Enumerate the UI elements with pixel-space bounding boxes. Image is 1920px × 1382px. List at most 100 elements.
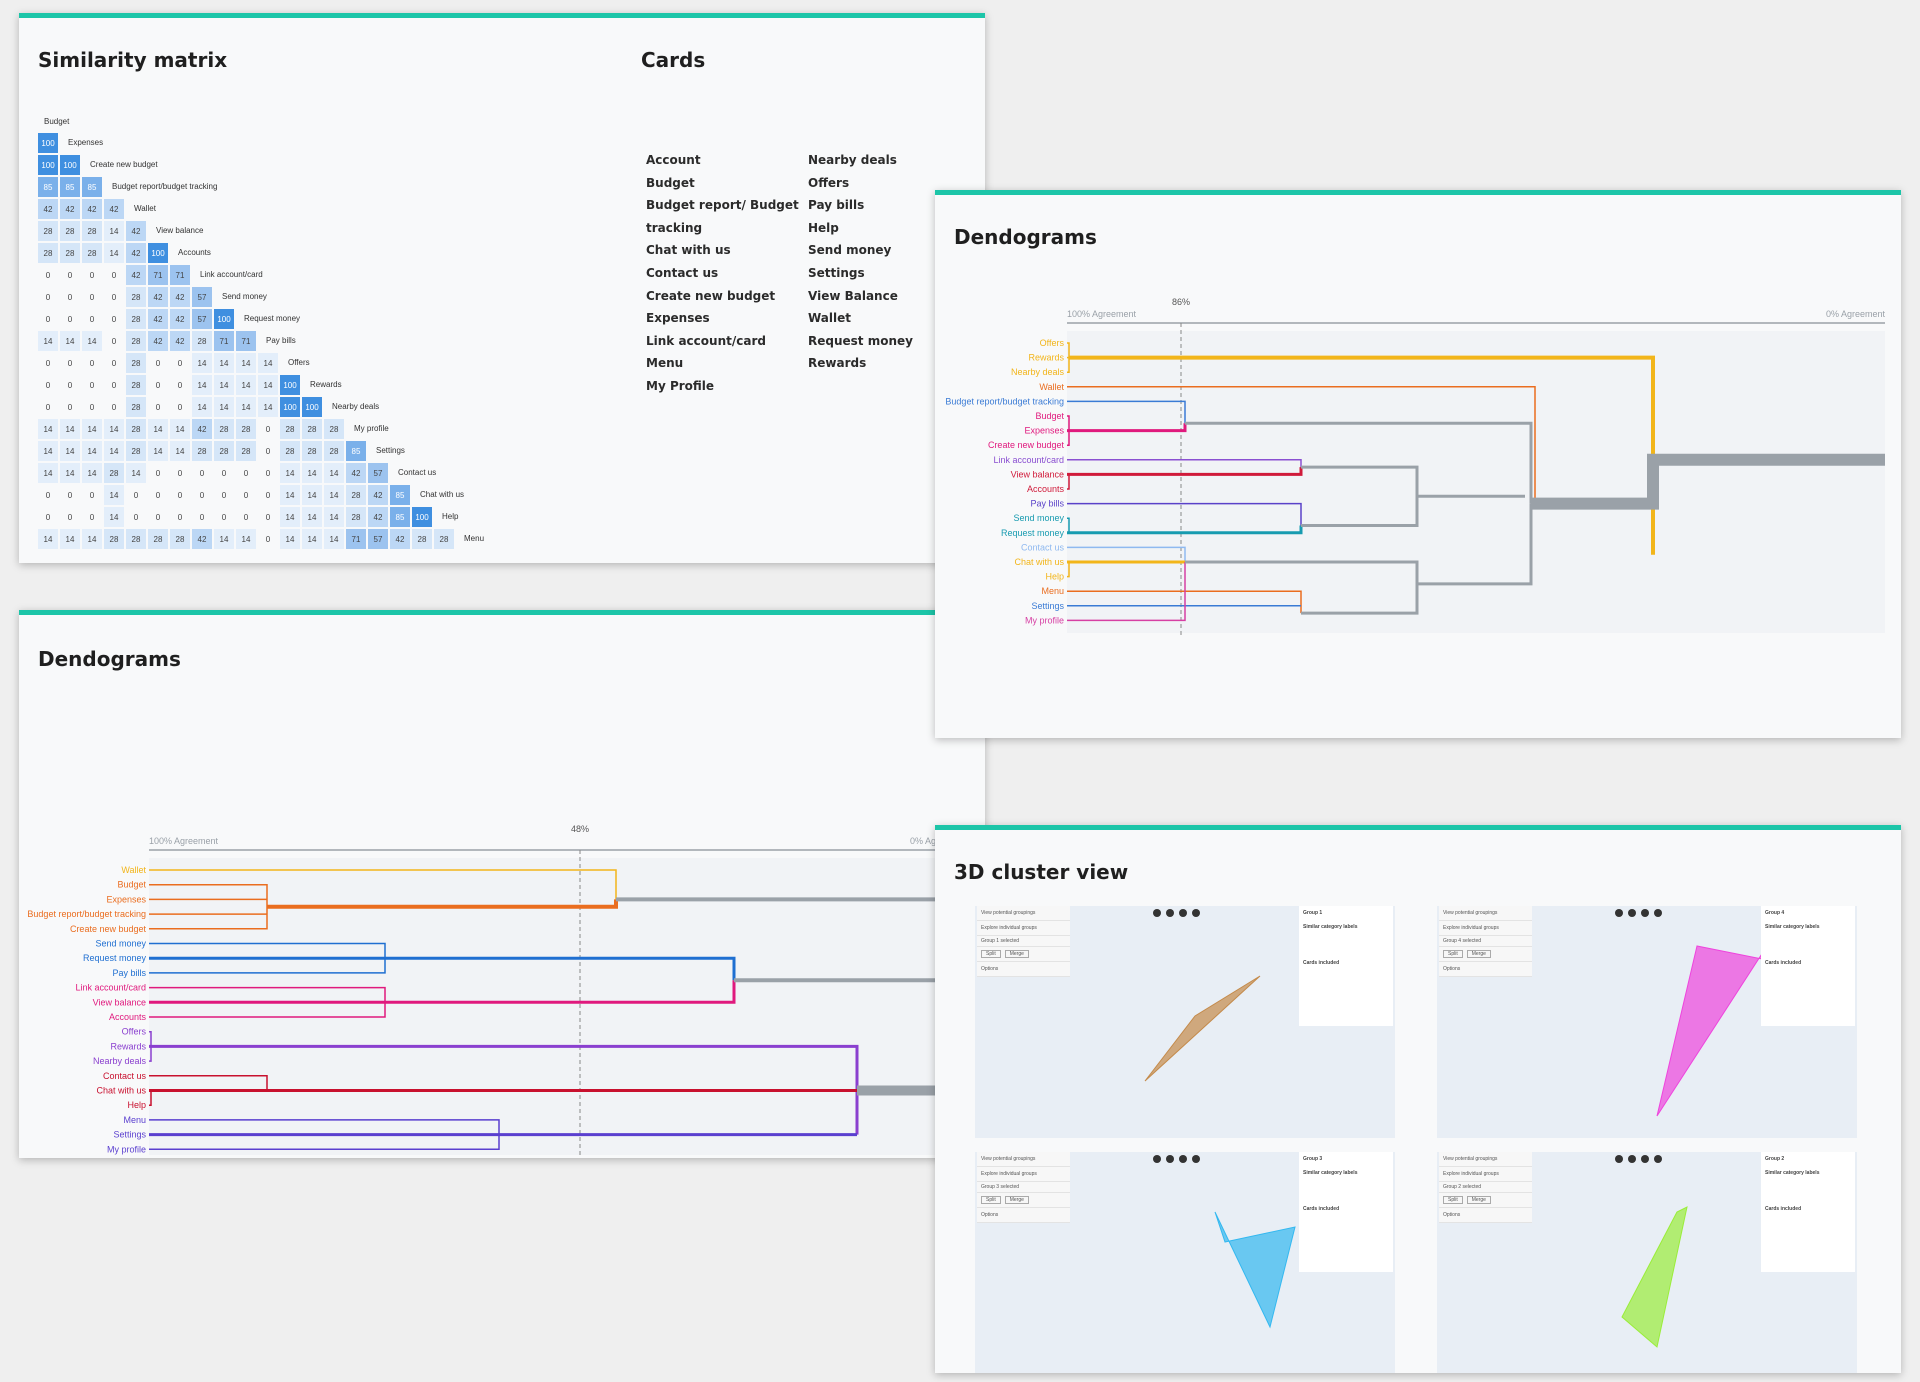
matrix-cell: 0 — [45, 402, 51, 412]
matrix-cell: 0 — [89, 292, 95, 302]
zoom-in-icon[interactable] — [1166, 1155, 1174, 1163]
matrix-cell: 0 — [155, 490, 161, 500]
split-button[interactable]: Split — [981, 950, 1001, 958]
group-title: Group 3 — [1303, 1156, 1323, 1162]
cluster-menu-item[interactable]: Options — [1439, 1208, 1532, 1223]
matrix-cell: 14 — [60, 529, 80, 549]
refresh-icon[interactable] — [1654, 1155, 1662, 1163]
matrix-cell: 14 — [148, 441, 168, 461]
merge-button[interactable]: Merge — [1004, 1196, 1029, 1204]
matrix-cell: 0 — [89, 512, 95, 522]
zoom-in-icon[interactable] — [1628, 1155, 1636, 1163]
matrix-cell: 14 — [192, 353, 212, 373]
matrix-cell: 71 — [148, 265, 168, 285]
dendogram-leaf-label: Chat with us — [96, 1086, 146, 1096]
matrix-cell: 85 — [390, 507, 410, 527]
zoom-in-icon[interactable] — [1166, 909, 1174, 917]
cluster-menu-item[interactable]: Options — [977, 1208, 1070, 1223]
matrix-cell: 42 — [346, 463, 366, 483]
dendogram-top-chart: 100% Agreement 0% Agreement 86% Offers Rewar… — [945, 297, 1885, 635]
similar-labels-heading: Similar category labels — [1303, 924, 1358, 930]
dendogram-leaf-label: Link account/card — [993, 455, 1064, 465]
dendogram-leaf-label: Pay bills — [1030, 499, 1064, 509]
zoom-out-icon[interactable] — [1641, 909, 1649, 917]
dendogram-leaf-label: My profile — [1025, 615, 1064, 625]
cluster-menu-item[interactable]: Explore individual groups — [977, 1167, 1070, 1182]
matrix-cell: 14 — [324, 507, 344, 527]
cards-list: Account Budget Budget report/ Budget tracki… — [646, 153, 976, 413]
matrix-cell: 0 — [243, 490, 249, 500]
matrix-cell: 28 — [170, 529, 190, 549]
refresh-icon[interactable] — [1654, 909, 1662, 917]
cluster-menu-item[interactable]: Explore individual groups — [1439, 1167, 1532, 1182]
matrix-cell: 14 — [258, 375, 278, 395]
matrix-cell: 0 — [265, 512, 271, 522]
info-icon[interactable] — [1615, 909, 1623, 917]
matrix-cell: 0 — [89, 358, 95, 368]
split-merge-row: Split Merge — [977, 947, 1070, 962]
similarity-panel: Similarity matrix Budget 100 Expenses 100 10… — [19, 13, 985, 563]
merge-button[interactable]: Merge — [1004, 950, 1029, 958]
matrix-cell: 57 — [192, 309, 212, 329]
refresh-icon[interactable] — [1192, 909, 1200, 917]
cluster-menu-item[interactable]: View potential groupings — [977, 906, 1070, 921]
matrix-cell: 14 — [236, 397, 256, 417]
cluster-view[interactable]: View potential groupings Explore individu… — [1437, 906, 1857, 1138]
matrix-label: Pay bills — [266, 336, 296, 345]
cluster-view[interactable]: View potential groupings Explore individu… — [975, 906, 1395, 1138]
cluster-menu-item[interactable]: View potential groupings — [1439, 906, 1532, 921]
cluster-menu-item[interactable]: View potential groupings — [1439, 1152, 1532, 1167]
matrix-label: Budget — [44, 117, 70, 126]
matrix-cell: 28 — [236, 441, 256, 461]
matrix-cell: 28 — [126, 419, 146, 439]
matrix-cell: 0 — [111, 358, 117, 368]
matrix-cell: 100 — [280, 375, 300, 395]
dendogram-top-title: Dendograms — [954, 225, 1097, 249]
dendogram-leaf-label: Menu — [1041, 586, 1064, 596]
cluster-menu-item[interactable]: Explore individual groups — [1439, 921, 1532, 936]
group-title: Group 1 — [1303, 910, 1323, 916]
split-button[interactable]: Split — [1443, 950, 1463, 958]
zoom-out-icon[interactable] — [1179, 1155, 1187, 1163]
info-icon[interactable] — [1615, 1155, 1623, 1163]
matrix-cell: 28 — [82, 221, 102, 241]
dendogram-leaf-label: Budget report/budget tracking — [27, 909, 146, 919]
matrix-cell: 0 — [67, 380, 73, 390]
zoom-out-icon[interactable] — [1641, 1155, 1649, 1163]
matrix-cell: 14 — [82, 419, 102, 439]
refresh-icon[interactable] — [1192, 1155, 1200, 1163]
dendogram-leaf-label: Nearby deals — [1011, 367, 1065, 377]
matrix-cell: 0 — [67, 292, 73, 302]
cluster-view[interactable]: View potential groupings Explore individu… — [975, 1152, 1395, 1373]
zoom-in-icon[interactable] — [1628, 909, 1636, 917]
card-item: Budget — [646, 175, 695, 190]
merge-button[interactable]: Merge — [1466, 1196, 1491, 1204]
matrix-cell: 100 — [38, 133, 58, 153]
matrix-label: Expenses — [68, 138, 104, 147]
cluster-menu-item[interactable]: View potential groupings — [977, 1152, 1070, 1167]
matrix-cell: 28 — [126, 397, 146, 417]
similar-labels-heading: Similar category labels — [1765, 1170, 1820, 1176]
matrix-cell: 28 — [302, 419, 322, 439]
dendogram-leaf-label: Create new budget — [70, 924, 147, 934]
cluster-menu-item[interactable]: Options — [1439, 962, 1532, 977]
cluster-view[interactable]: View potential groupings Explore individu… — [1437, 1152, 1857, 1373]
matrix-cell: 42 — [148, 287, 168, 307]
matrix-cell: 0 — [199, 490, 205, 500]
matrix-cell: 14 — [280, 529, 300, 549]
matrix-cell: 14 — [38, 419, 58, 439]
dendogram-leaf-label: View balance — [93, 997, 146, 1007]
split-button[interactable]: Split — [981, 1196, 1001, 1204]
cluster-menu-item[interactable]: Explore individual groups — [977, 921, 1070, 936]
group-detail-panel: Group 2 Similar category labels Cards incl… — [1761, 1152, 1855, 1272]
matrix-cell: 28 — [104, 529, 124, 549]
info-icon[interactable] — [1153, 1155, 1161, 1163]
merge-button[interactable]: Merge — [1466, 950, 1491, 958]
info-icon[interactable] — [1153, 909, 1161, 917]
matrix-cell: 0 — [221, 468, 227, 478]
split-button[interactable]: Split — [1443, 1196, 1463, 1204]
matrix-cell: 42 — [390, 529, 410, 549]
dendogram-leaf-label: Expenses — [1024, 426, 1064, 436]
zoom-out-icon[interactable] — [1179, 909, 1187, 917]
cluster-menu-item[interactable]: Options — [977, 962, 1070, 977]
